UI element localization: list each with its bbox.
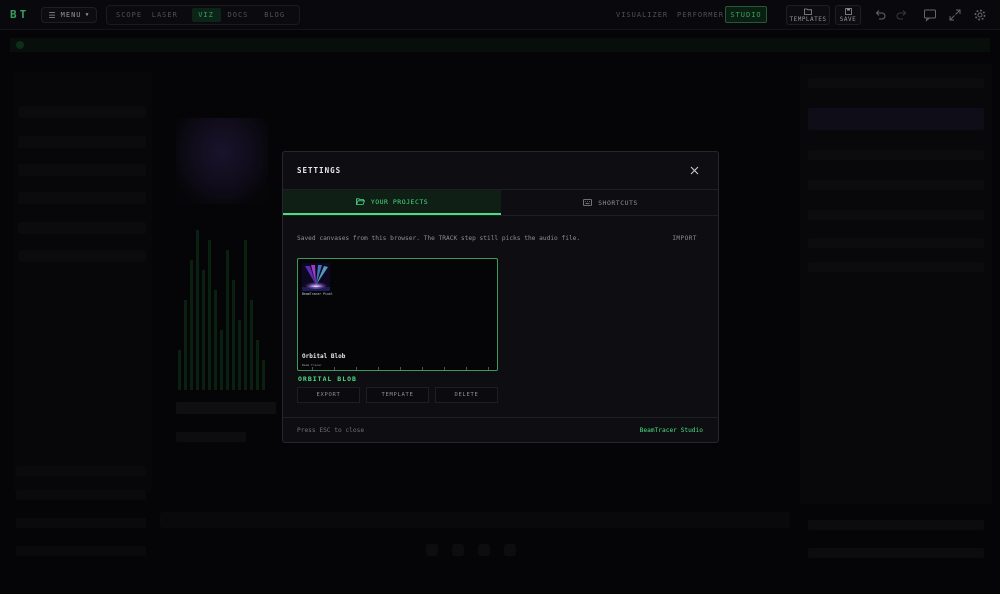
import-button[interactable]: IMPORT xyxy=(672,235,697,242)
modal-title: SETTINGS xyxy=(297,166,342,175)
project-card-title: Orbital Blob xyxy=(302,353,346,360)
project-card[interactable]: BeamTracer Pixel Orbital Blob Beam Trace… xyxy=(297,258,498,371)
footer-brand: BeamTracer Studio xyxy=(639,427,703,434)
projects-description: Saved canvases from this browser. The TR… xyxy=(297,235,581,242)
close-icon xyxy=(690,166,698,174)
project-actions: EXPORT TEMPLATE DELETE xyxy=(297,387,498,403)
tab-your-projects[interactable]: YOUR PROJECTS xyxy=(283,190,501,215)
modal-tabs: YOUR PROJECTS SHORTCUTS xyxy=(283,190,718,215)
keyboard-icon xyxy=(583,199,593,206)
divider xyxy=(283,417,718,418)
delete-button[interactable]: DELETE xyxy=(435,387,498,403)
settings-modal: SETTINGS YOUR PROJECTS SHORTCUTS Saved c… xyxy=(282,151,719,443)
tab-shortcuts[interactable]: SHORTCUTS xyxy=(501,190,720,215)
tab-shortcuts-label: SHORTCUTS xyxy=(598,198,638,207)
footer-hint: Press ESC to close xyxy=(297,427,365,434)
close-button[interactable] xyxy=(688,164,700,176)
project-card-timeline-ticks xyxy=(312,367,492,370)
app-root: BT ☰ MENU ▼ SCOPE LASER VIZ DOCS BLOG VI… xyxy=(0,0,1000,594)
project-name: ORBITAL BLOB xyxy=(298,375,357,383)
project-thumbnail xyxy=(302,263,330,291)
template-button[interactable]: TEMPLATE xyxy=(366,387,429,403)
folder-open-icon xyxy=(355,198,365,205)
export-button[interactable]: EXPORT xyxy=(297,387,360,403)
project-thumbnail-caption: BeamTracer Pixel xyxy=(302,292,333,296)
tab-your-projects-label: YOUR PROJECTS xyxy=(370,197,429,206)
divider xyxy=(283,215,718,216)
